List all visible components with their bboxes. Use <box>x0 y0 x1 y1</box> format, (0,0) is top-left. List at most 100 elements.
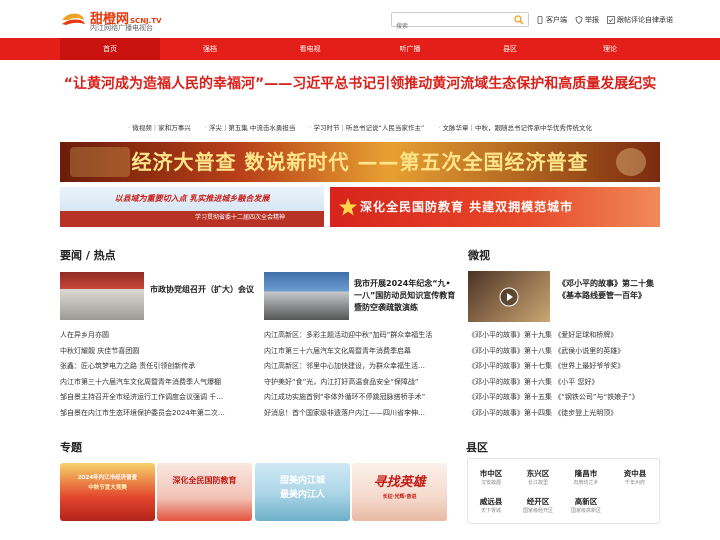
news-item[interactable]: 好消息！首个国家级非遗落户内江——四川省李伸… <box>264 406 456 422</box>
topic-line2: 中秋节宣大竞赛 <box>88 485 127 491</box>
orange-logo-icon <box>62 13 85 25</box>
defense-banner[interactable]: 深化全民国防教育 共建双拥模范城市 <box>330 187 660 227</box>
header-link-label: 举报 <box>585 16 599 24</box>
headline-sublinks: 微视频｜家和万事兴 浮尖｜第五集 中流击水勇担当 学习时节｜听总书记说“人民当家… <box>60 122 660 132</box>
news-item[interactable]: 守护美好“食”光，内江打好高温食品安全“保障战” <box>264 375 456 391</box>
district-slogan: 国家级高新区 <box>570 508 601 514</box>
search-icon[interactable] <box>514 15 524 25</box>
topic-line2: 长征·光辉·奋进 <box>382 494 417 500</box>
video-item[interactable]: 《邓小平的故事》第十四集 《徒步登上光明顶》 <box>468 406 660 422</box>
news-list-left: 人在异乡月亦圆 中秋灯耀靓 庆佳节喜团圆 张鑫：匠心筑梦电力之路 责任引领创新传… <box>60 328 248 421</box>
header-link-app[interactable]: 客户端 <box>536 14 567 26</box>
sublink[interactable]: 微视频｜家和万事兴 <box>128 122 191 132</box>
topic-card[interactable]: 甜美内江城 最美内江人 <box>255 463 350 521</box>
district-name: 高新区 <box>574 497 598 506</box>
nav-item-districts[interactable]: 县区 <box>460 38 560 60</box>
news-list-right: 内江高新区：多彩主题活动迎中秋“加码”群众幸福生活 内江市第三十六届汽车文化周暨… <box>264 328 456 421</box>
district-slogan: 长江故里 <box>527 480 548 486</box>
header-link-pledge[interactable]: 跟帖评论自律承诺 <box>607 14 673 26</box>
search-box <box>391 12 529 33</box>
topic-line1: 甜美内江城 <box>279 476 325 486</box>
header-link-label: 跟帖评论自律承诺 <box>617 16 673 24</box>
news-thumbnail[interactable] <box>264 272 349 320</box>
topics-section-title[interactable]: 专题 <box>60 439 82 455</box>
nav-item-featured[interactable]: 强档 <box>160 38 260 60</box>
nav-item-tv[interactable]: 看电视 <box>260 38 360 60</box>
topic-card[interactable]: 2024年内江市经济普查 中秋节宣大竞赛 <box>60 463 155 521</box>
topic-line1: 深化全民国防教育 <box>172 476 237 485</box>
video-section-title[interactable]: 微视 <box>468 247 490 263</box>
header-links: 客户端 举报 跟帖评论自律承诺 <box>536 14 673 26</box>
topic-line1: 寻找英雄 <box>373 475 426 490</box>
shield-icon <box>575 16 583 24</box>
video-feature-title[interactable]: 《邓小平的故事》第二十集 《基本路线要管一百年》 <box>558 278 660 302</box>
defense-banner-text: 深化全民国防教育 共建双拥模范城市 <box>360 200 574 214</box>
video-item[interactable]: 《邓小平的故事》第十九集 《爱好足球和桥牌》 <box>468 328 660 344</box>
search-input[interactable] <box>392 20 508 33</box>
district-slogan: 千年州府 <box>624 480 645 486</box>
district-zizhong[interactable]: 资中县 千年州府 <box>612 469 658 487</box>
district-name: 资中县 <box>623 469 647 478</box>
video-item[interactable]: 《邓小平的故事》第十八集 《武侯小说里的英雄》 <box>468 344 660 360</box>
play-icon <box>499 287 519 307</box>
census-banner[interactable]: 经济大普查 数说新时代 ——第五次全国经济普查 <box>60 142 660 182</box>
district-name: 东兴区 <box>526 469 550 478</box>
video-item[interactable]: 《邓小平的故事》第十五集 《“钢铁公司”与“铁娘子”》 <box>468 390 660 406</box>
news-item[interactable]: 中秋灯耀靓 庆佳节喜团圆 <box>60 344 248 360</box>
check-icon <box>607 16 615 24</box>
top-headline[interactable]: “让黄河成为造福人民的幸福河”——习近平总书记引领推动黄河流域生态保护和高质量发… <box>60 74 660 94</box>
district-slogan: 国家级经开区 <box>522 508 553 514</box>
logo-subtitle: 内江网络广播电视台 <box>90 24 153 32</box>
news-item[interactable]: 内江成功实施首例“非体外循环不停跳冠脉搭桥手术” <box>264 390 456 406</box>
district-shizhong[interactable]: 市中区 汉安故郡 <box>468 469 514 487</box>
news-item[interactable]: 内江高新区：多彩主题活动迎中秋“加码”群众幸福生活 <box>264 328 456 344</box>
sublink[interactable]: 文脉华章｜中秋，跟随总书记传承中华优秀传统文化 <box>438 122 592 132</box>
news-feature-title[interactable]: 市政协党组召开（扩大）会议 <box>150 284 254 296</box>
topic-line2: 最美内江人 <box>279 490 325 500</box>
nav-item-theory[interactable]: 理论 <box>560 38 660 60</box>
district-economic-zone[interactable]: 经开区 国家级经开区 <box>515 497 561 515</box>
district-slogan: 天下胃城 <box>480 508 501 514</box>
topic-card[interactable]: 寻找英雄 长征·光辉·奋进 <box>352 463 447 521</box>
county-banner-subtitle: 学习贯彻省委十二届四次全会精神 <box>194 214 285 221</box>
topic-card[interactable]: 深化全民国防教育 <box>157 463 252 521</box>
news-item[interactable]: 内江高新区：邻里中心加快建设，为群众幸福生活… <box>264 359 456 375</box>
news-feature-title[interactable]: 我市开展2024年纪念“九•一八”国防动员知识宣传教育暨防空袭疏散演练 <box>354 278 458 314</box>
district-slogan: 石牌坊之乡 <box>573 480 599 486</box>
news-item[interactable]: 内江市第三十六届汽车文化周暨青年消费季人气爆棚 <box>60 375 248 391</box>
district-name: 隆昌市 <box>574 469 598 478</box>
census-banner-text: 经济大普查 数说新时代 ——第五次全国经济普查 <box>131 150 589 174</box>
news-section-title[interactable]: 要闻 / 热点 <box>60 247 116 263</box>
county-banner-title: 以县域为重要切入点 乳实推进城乡融合发展 <box>114 194 270 203</box>
site-logo[interactable]: 甜橙网SCNJ.TV 内江网络广播电视台 <box>60 6 170 34</box>
news-item[interactable]: 邹自景在内江市生态环境保护委员会2024年第二次… <box>60 406 248 422</box>
video-item[interactable]: 《邓小平的故事》第十七集 《世界上最好爷爷奖》 <box>468 359 660 375</box>
site-header: 甜橙网SCNJ.TV 内江网络广播电视台 客户端 举报 跟帖评论自律承诺 <box>0 0 720 38</box>
news-item[interactable]: 内江市第三十六届汽车文化周暨青年消费季启幕 <box>264 344 456 360</box>
district-name: 市中区 <box>479 469 503 478</box>
nav-item-radio[interactable]: 听广播 <box>360 38 460 60</box>
district-longchang[interactable]: 隆昌市 石牌坊之乡 <box>563 469 609 487</box>
topic-line1: 2024年内江市经济普查 <box>77 475 138 481</box>
news-thumbnail[interactable] <box>60 272 144 320</box>
district-dongxing[interactable]: 东兴区 长江故里 <box>515 469 561 487</box>
district-name: 经开区 <box>526 497 550 506</box>
news-item[interactable]: 人在异乡月亦圆 <box>60 328 248 344</box>
nav-item-home[interactable]: 首页 <box>60 38 160 60</box>
county-banner[interactable]: 以县域为重要切入点 乳实推进城乡融合发展 学习贯彻省委十二届四次全会精神 <box>60 187 324 227</box>
news-item[interactable]: 邹自景主持召开全市经济运行工作调度会议强调 千… <box>60 390 248 406</box>
header-link-report[interactable]: 举报 <box>575 14 599 26</box>
district-grid: 市中区 汉安故郡 东兴区 长江故里 隆昌市 石牌坊之乡 资中县 千年州府 威远县… <box>467 458 660 524</box>
district-slogan: 汉安故郡 <box>480 480 501 486</box>
sublink[interactable]: 浮尖｜第五集 中流击水勇担当 <box>205 122 296 132</box>
district-weiyuan[interactable]: 威远县 天下胃城 <box>468 497 514 515</box>
district-name: 威远县 <box>479 497 503 506</box>
news-item[interactable]: 张鑫：匠心筑梦电力之路 责任引领创新传承 <box>60 359 248 375</box>
video-item[interactable]: 《邓小平的故事》第十六集 《小平 您好》 <box>468 375 660 391</box>
phone-icon <box>537 16 543 24</box>
sublink[interactable]: 学习时节｜听总书记说“人民当家作主” <box>309 122 425 132</box>
districts-section-title[interactable]: 县区 <box>466 439 488 455</box>
star-icon <box>339 198 357 216</box>
district-hightech-zone[interactable]: 高新区 国家级高新区 <box>563 497 609 515</box>
video-thumbnail[interactable] <box>468 271 550 322</box>
